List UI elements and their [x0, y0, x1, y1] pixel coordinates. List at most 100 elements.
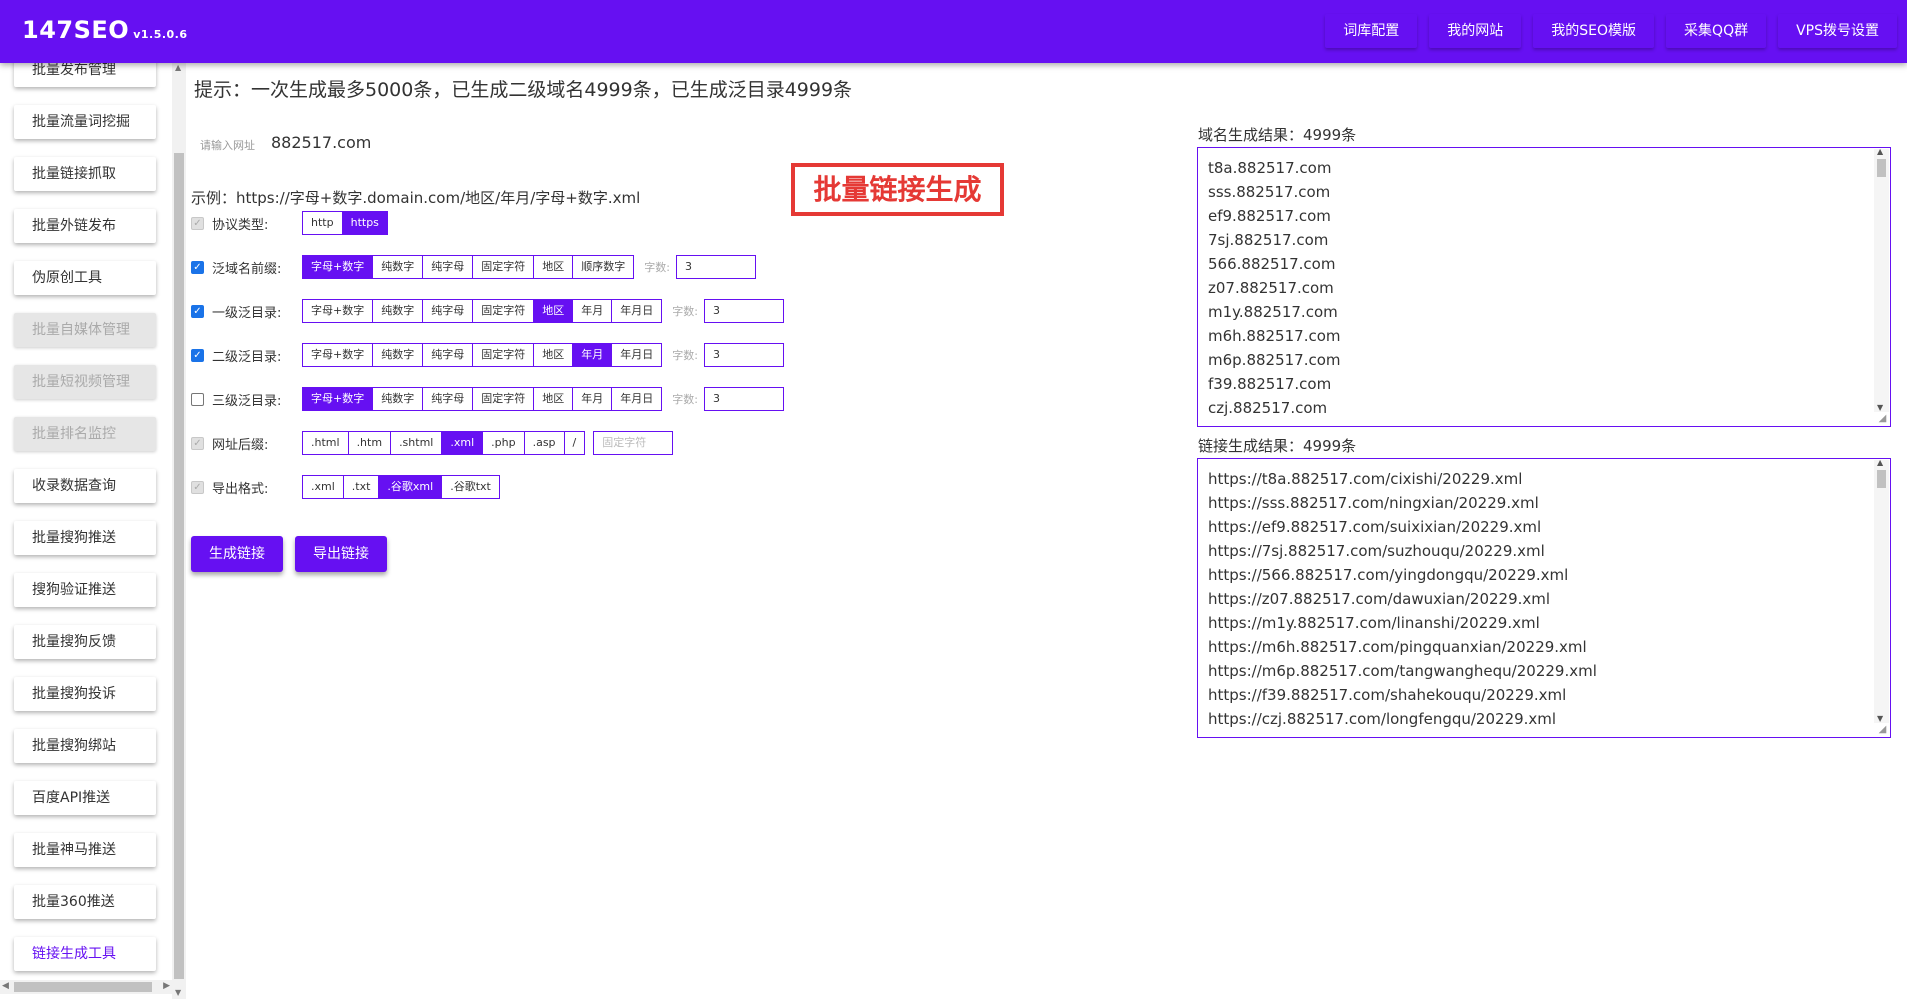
sidebar-item[interactable]: 批量搜狗投诉 — [14, 677, 156, 711]
sidebar-item[interactable]: 批量链接抓取 — [14, 157, 156, 191]
dir3-option[interactable]: 纯字母 — [423, 388, 474, 410]
example-text: 示例：https://字母+数字.domain.com/地区/年月/字母+数字.… — [191, 189, 641, 207]
dir1-option[interactable]: 年月 — [573, 300, 613, 322]
export-option[interactable]: .谷歌txt — [442, 476, 499, 498]
suffix-option[interactable]: .html — [303, 432, 349, 454]
nav-collect-qq-groups[interactable]: 采集QQ群 — [1666, 14, 1766, 48]
dir2-option[interactable]: 字母+数字 — [303, 344, 374, 366]
sidebar-item[interactable]: 批量搜狗推送 — [14, 521, 156, 555]
dir2-option[interactable]: 纯数字 — [373, 344, 424, 366]
dir2-checkbox[interactable]: ✓ — [191, 348, 204, 362]
scroll-down-arrow-icon[interactable]: ▼ — [1877, 403, 1883, 412]
nav-vps-dial-settings[interactable]: VPS拨号设置 — [1778, 14, 1897, 48]
protocol-option[interactable]: https — [342, 212, 387, 234]
suffix-option[interactable]: .asp — [524, 432, 565, 454]
generate-links-button[interactable]: 生成链接 — [191, 536, 283, 572]
export-option[interactable]: .xml — [303, 476, 344, 498]
dir2-option[interactable]: 年月日 — [612, 344, 662, 366]
suffix-option[interactable]: .shtml — [391, 432, 443, 454]
domain-result-textarea[interactable]: t8a.882517.com sss.882517.com ef9.882517.c… — [1197, 147, 1891, 427]
scroll-down-arrow-icon[interactable]: ▼ — [175, 988, 181, 997]
dir3-option[interactable]: 年月日 — [612, 388, 662, 410]
nav-my-seo-templates[interactable]: 我的SEO模版 — [1533, 14, 1654, 48]
dir3-option[interactable]: 字母+数字 — [303, 388, 374, 410]
prefix-option[interactable]: 纯数字 — [373, 256, 424, 278]
dir1-count-input[interactable]: 3 — [703, 299, 784, 323]
export-option[interactable]: .谷歌xml — [379, 476, 443, 498]
dir1-option[interactable]: 纯数字 — [373, 300, 424, 322]
result-line: 566.882517.com — [1208, 255, 1336, 273]
scroll-up-arrow-icon[interactable]: ▲ — [1877, 459, 1883, 467]
dir3-option[interactable]: 年月 — [573, 388, 613, 410]
dir2-option[interactable]: 地区 — [534, 344, 574, 366]
dir2-option[interactable]: 固定字符 — [473, 344, 535, 366]
dir1-checkbox[interactable]: ✓ — [191, 304, 204, 318]
sidebar-vertical-scrollbar[interactable]: ▲ ▼ — [172, 63, 186, 999]
suffix-option[interactable]: .xml — [442, 432, 484, 454]
scroll-right-arrow-icon[interactable]: ▶ — [163, 981, 170, 991]
suffix-options: .html .htm .shtml .xml .php .asp / — [302, 431, 586, 455]
export-option[interactable]: .txt — [343, 476, 380, 498]
prefix-option[interactable]: 顺序数字 — [573, 256, 634, 278]
dir3-option[interactable]: 固定字符 — [473, 388, 535, 410]
prefix-count-input[interactable]: 3 — [675, 255, 756, 279]
scrollbar-thumb[interactable] — [174, 153, 184, 979]
dir1-option[interactable]: 地区 — [534, 300, 574, 322]
dir1-option[interactable]: 字母+数字 — [303, 300, 374, 322]
dir3-option[interactable]: 地区 — [534, 388, 574, 410]
dir2-option[interactable]: 纯字母 — [423, 344, 474, 366]
sidebar-item: 批量自媒体管理 — [14, 313, 156, 347]
sidebar-item[interactable]: 伪原创工具 — [14, 261, 156, 295]
dir1-count-label: 字数: — [672, 305, 698, 318]
export-links-button[interactable]: 导出链接 — [295, 536, 387, 572]
prefix-option[interactable]: 固定字符 — [473, 256, 535, 278]
sidebar-horizontal-scrollbar[interactable]: ◀ ▶ — [0, 980, 172, 994]
sidebar-item[interactable]: 批量神马推送 — [14, 833, 156, 867]
resize-grip-icon[interactable]: ◢ — [1876, 723, 1889, 736]
result-line: t8a.882517.com — [1208, 159, 1332, 177]
textarea-scrollbar[interactable]: ▲ ▼ — [1874, 148, 1889, 412]
dir2-options: 字母+数字 纯数字 纯字母 固定字符 地区 年月 年月日 — [302, 343, 663, 367]
link-result-textarea[interactable]: https://t8a.882517.com/cixishi/20229.xml… — [1197, 458, 1891, 738]
sidebar-item[interactable]: 链接生成工具 — [14, 937, 156, 971]
scrollbar-thumb[interactable] — [14, 982, 152, 992]
sidebar-item[interactable]: 批量外链发布 — [14, 209, 156, 243]
dir1-option[interactable]: 固定字符 — [473, 300, 535, 322]
prefix-option[interactable]: 地区 — [534, 256, 574, 278]
sidebar-item[interactable]: 批量360推送 — [14, 885, 156, 919]
url-input[interactable]: 882517.com — [271, 133, 371, 152]
sidebar-item[interactable]: 批量发布管理 — [14, 63, 156, 87]
sidebar-item[interactable]: 批量搜狗绑站 — [14, 729, 156, 763]
dir3-checkbox[interactable] — [191, 392, 204, 406]
dir3-option[interactable]: 纯数字 — [373, 388, 424, 410]
suffix-fixed-input[interactable]: 固定字符 — [593, 431, 674, 455]
dir1-option[interactable]: 年月日 — [612, 300, 662, 322]
prefix-checkbox[interactable]: ✓ — [191, 260, 204, 274]
nav-my-sites[interactable]: 我的网站 — [1429, 14, 1521, 48]
dir3-count-input[interactable]: 3 — [703, 387, 784, 411]
resize-grip-icon[interactable]: ◢ — [1876, 412, 1889, 425]
suffix-option[interactable]: / — [564, 432, 585, 454]
sidebar-item[interactable]: 批量搜狗反馈 — [14, 625, 156, 659]
suffix-option[interactable]: .htm — [348, 432, 392, 454]
sidebar-item[interactable]: 批量流量词挖掘 — [14, 105, 156, 139]
sidebar-item[interactable]: 收录数据查询 — [14, 469, 156, 503]
prefix-option[interactable]: 字母+数字 — [303, 256, 374, 278]
nav-wordlib-config[interactable]: 词库配置 — [1325, 14, 1417, 48]
scroll-up-arrow-icon[interactable]: ▲ — [1877, 148, 1883, 156]
dir2-option[interactable]: 年月 — [573, 344, 613, 366]
suffix-option[interactable]: .php — [483, 432, 525, 454]
dir2-count-input[interactable]: 3 — [703, 343, 784, 367]
textarea-scrollbar[interactable]: ▲ ▼ — [1874, 459, 1889, 723]
prefix-option[interactable]: 纯字母 — [423, 256, 474, 278]
result-line: https://z07.882517.com/dawuxian/20229.xm… — [1208, 590, 1551, 608]
protocol-option[interactable]: http — [303, 212, 343, 234]
dir1-option[interactable]: 纯字母 — [423, 300, 474, 322]
scroll-down-arrow-icon[interactable]: ▼ — [1877, 714, 1883, 723]
sidebar-item[interactable]: 百度API推送 — [14, 781, 156, 815]
sidebar-item[interactable]: 搜狗验证推送 — [14, 573, 156, 607]
scroll-up-arrow-icon[interactable]: ▲ — [175, 63, 181, 72]
dir2-count-label: 字数: — [672, 349, 698, 362]
protocol-label: 协议类型: — [212, 217, 269, 233]
scroll-left-arrow-icon[interactable]: ◀ — [2, 981, 9, 991]
